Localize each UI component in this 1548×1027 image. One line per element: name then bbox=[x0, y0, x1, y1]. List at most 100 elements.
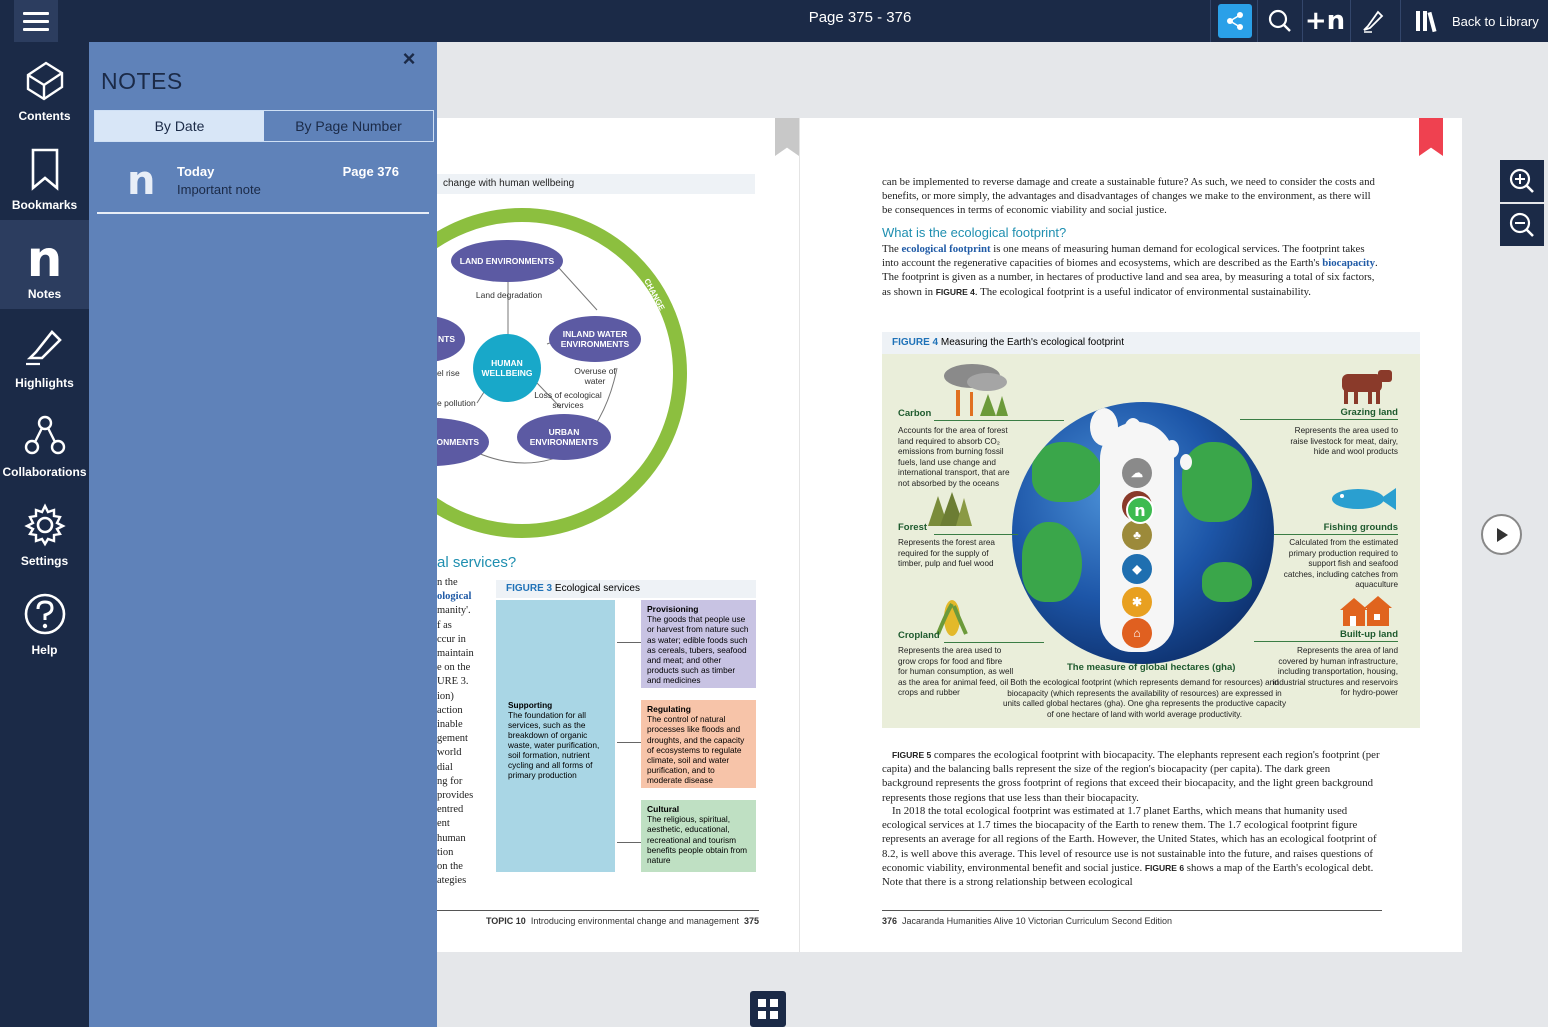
close-icon[interactable]: × bbox=[398, 48, 420, 70]
house-icon: ⌂ bbox=[1122, 618, 1152, 648]
built-up-land-label: Built-up land bbox=[1339, 629, 1398, 640]
text-run: . The ecological footprint is a useful i… bbox=[974, 285, 1312, 298]
grazing-land-label: Grazing land bbox=[1340, 407, 1398, 418]
built-up-land-description: Represents the area of land covered by h… bbox=[1272, 646, 1398, 697]
provisioning-title: Provisioning bbox=[647, 604, 699, 614]
tab-by-date[interactable]: By Date bbox=[95, 111, 264, 141]
glossary-term[interactable]: biocapacity bbox=[1322, 257, 1375, 269]
text-line: manity'. bbox=[437, 605, 471, 617]
sidebar-item-bookmarks[interactable]: Bookmarks bbox=[0, 131, 89, 220]
figure-label: FIGURE 4 bbox=[892, 337, 939, 348]
text-run: The bbox=[882, 243, 902, 255]
text-run: compares the ecological footprint with b… bbox=[882, 749, 1380, 804]
paragraph: In 2018 the total ecological footprint w… bbox=[882, 804, 1380, 889]
land-environments-node: LAND ENVIRONMENTS bbox=[451, 240, 563, 282]
sidebar-item-help[interactable]: Help bbox=[0, 576, 89, 665]
regulating-text: The control of natural processes like fl… bbox=[647, 714, 745, 786]
menu-icon[interactable] bbox=[14, 0, 58, 42]
land-degradation-label: Land degradation bbox=[475, 290, 543, 300]
sidebar-item-label: Collaborations bbox=[2, 465, 87, 479]
highlighter-icon bbox=[25, 330, 62, 366]
forest-description: Represents the forest area required for … bbox=[898, 538, 995, 568]
figure-reference: FIGURE 5 bbox=[892, 750, 932, 760]
library-icon bbox=[1416, 11, 1437, 33]
figure-4: FIGURE 4 Measuring the Earth's ecologica… bbox=[882, 332, 1420, 728]
cultural-title: Cultural bbox=[647, 804, 680, 814]
add-note-icon[interactable]: +n bbox=[1305, 4, 1345, 38]
notes-panel: NOTES × By Date By Page Number n Today I… bbox=[89, 42, 437, 1027]
carbon-cloud-icon: ☁ bbox=[1122, 458, 1152, 488]
measure-title: The measure of global hectares (gha) bbox=[1067, 662, 1236, 673]
sidebar-item-contents[interactable]: Contents bbox=[0, 42, 89, 131]
sidebar-item-notes[interactable]: n Notes bbox=[0, 220, 89, 309]
buildings-icon bbox=[1340, 596, 1392, 626]
note-date: Today bbox=[177, 164, 215, 179]
zoom-in-icon bbox=[1509, 168, 1534, 193]
text-line: action bbox=[437, 704, 463, 716]
cultural-box: Cultural The religious, spiritual, aesthe… bbox=[641, 800, 756, 872]
footer-topic: TOPIC 10 bbox=[485, 916, 526, 926]
connector-line bbox=[1240, 419, 1398, 420]
sidebar-item-label: Notes bbox=[27, 287, 62, 301]
next-page-button[interactable] bbox=[1481, 514, 1522, 555]
text-line: e on the bbox=[437, 662, 471, 674]
zoom-out-button[interactable] bbox=[1500, 204, 1544, 246]
connector-line bbox=[934, 420, 1064, 421]
note-icon: n bbox=[127, 158, 156, 204]
sidebar-item-highlights[interactable]: Highlights bbox=[0, 309, 89, 398]
note-list-item[interactable]: n Today Important note Page 376 bbox=[97, 154, 429, 214]
page-footer: TOPIC 10 Introducing environmental chang… bbox=[437, 910, 759, 926]
text-line: dial bbox=[437, 761, 453, 773]
toolbar-divider bbox=[1302, 0, 1303, 42]
figure-3: FIGURE 3 Ecological services Supporting T… bbox=[496, 580, 756, 872]
supporting-title: Supporting bbox=[508, 700, 553, 710]
text-line: entred bbox=[437, 804, 464, 816]
figure-label: FIGURE 3 bbox=[506, 583, 553, 594]
text-line: on the bbox=[437, 861, 463, 873]
tab-by-page-number[interactable]: By Page Number bbox=[264, 111, 433, 141]
connector-line bbox=[944, 642, 1044, 643]
figure-caption: change with human wellbeing bbox=[437, 174, 755, 194]
note-marker-icon[interactable]: n bbox=[1126, 496, 1154, 524]
notes-title: NOTES bbox=[101, 68, 183, 94]
measure-description: Both the ecological footprint (which rep… bbox=[1002, 678, 1287, 719]
footprint-toe bbox=[1124, 418, 1142, 444]
toolbar-divider bbox=[1257, 0, 1258, 42]
figure-reference: FIGURE 6 bbox=[1144, 862, 1185, 873]
grid-cell bbox=[758, 1011, 766, 1019]
glossary-term[interactable]: ecological footprint bbox=[902, 243, 991, 255]
figure-title: Measuring the Earth's ecological footpri… bbox=[940, 337, 1125, 348]
page-grid-button[interactable] bbox=[750, 991, 786, 1027]
help-icon bbox=[24, 593, 65, 635]
paragraph: FIGURE 5 compares the ecological footpri… bbox=[882, 748, 1380, 805]
fish-icon bbox=[1332, 488, 1396, 510]
notes-sort-tabs: By Date By Page Number bbox=[94, 110, 434, 142]
paragraph: The ecological footprint is one means of… bbox=[882, 242, 1380, 299]
loss-services-label: Loss of ecological services bbox=[534, 390, 602, 410]
sidebar-item-collaborations[interactable]: Collaborations bbox=[0, 398, 89, 487]
supporting-box: Supporting The foundation for all service… bbox=[496, 600, 615, 872]
book-page-right: can be implemented to reverse damage and… bbox=[799, 118, 1462, 952]
pollution-label: e pollution bbox=[437, 398, 476, 408]
paragraph: can be implemented to reverse damage and… bbox=[882, 176, 1375, 217]
bookmark-icon bbox=[31, 148, 58, 191]
connector-line bbox=[1254, 641, 1398, 642]
search-icon[interactable] bbox=[1263, 4, 1297, 38]
sidebar-item-label: Help bbox=[31, 643, 58, 657]
text-line: ent bbox=[437, 818, 450, 830]
zoom-in-button[interactable] bbox=[1500, 160, 1544, 202]
back-to-library-button[interactable]: Back to Library bbox=[1414, 0, 1539, 42]
figure-title: Ecological services bbox=[554, 583, 640, 594]
text-line: ng for bbox=[437, 775, 463, 787]
sidebar-item-settings[interactable]: Settings bbox=[0, 487, 89, 576]
connector-line bbox=[1274, 534, 1398, 535]
share-icon[interactable] bbox=[1218, 4, 1252, 38]
grid-cell bbox=[758, 999, 766, 1007]
arrow bbox=[617, 842, 641, 843]
toolbar-divider bbox=[1210, 0, 1211, 42]
urban-environments-node: URBAN ENVIRONMENTS bbox=[517, 414, 611, 460]
highlighter-icon[interactable] bbox=[1356, 4, 1390, 38]
text-line: tion bbox=[437, 846, 454, 858]
landmass bbox=[1032, 442, 1102, 502]
footer-text: Introducing environmental change and man… bbox=[530, 916, 739, 926]
